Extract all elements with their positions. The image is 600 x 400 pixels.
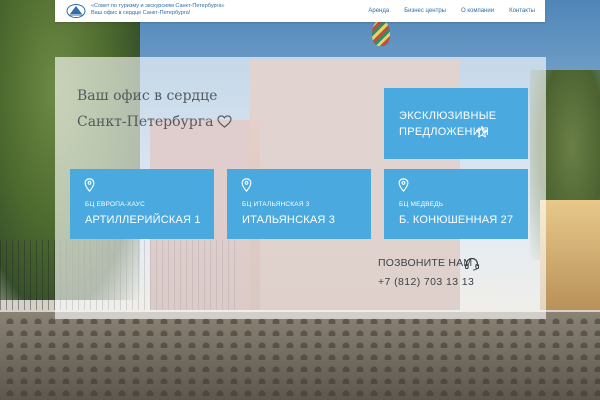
building-right (540, 200, 600, 310)
map-pin-icon (241, 178, 252, 192)
main-nav: Аренда Бизнес центры О компании Контакты (353, 0, 535, 22)
hero-line-2-text: Санкт-Петербурга (77, 114, 214, 130)
map-pin-icon (398, 178, 409, 192)
logo-tagline: «Совет по туризму и экскурсиям Санкт-Пет… (91, 3, 225, 9)
office-address: Б. КОНЮШЕННАЯ 27 (399, 214, 514, 226)
office-tile-europa-house[interactable]: БЦ ЕВРОПА-ХАУС АРТИЛЛЕРИЙСКАЯ 1 (70, 169, 214, 239)
cathedral-dome (372, 20, 390, 46)
office-tile-italyanskaya[interactable]: БЦ ИТАЛЬЯНСКАЯ 3 ИТАЛЬЯНСКАЯ 3 (227, 169, 371, 239)
hero-line-2: Санкт-Петербурга (77, 109, 233, 135)
office-name: БЦ МЕДВЕДЬ (399, 201, 444, 208)
logo-text[interactable]: «Совет по туризму и экскурсиям Санкт-Пет… (91, 3, 225, 17)
call-us-title: ПОЗВОНИТЕ НАМ (378, 257, 473, 269)
logo-icon[interactable] (66, 3, 86, 19)
nav-item-rent[interactable]: Аренда (368, 8, 389, 14)
heart-icon (217, 115, 233, 128)
exclusive-line-1: ЭКСКЛЮЗИВНЫЕ (399, 110, 497, 122)
nav-item-contacts[interactable]: Контакты (509, 8, 535, 14)
exclusive-offers-title: ЭКСКЛЮЗИВНЫЕ ПРЕДЛОЖЕНИЯ (399, 108, 509, 140)
hero-line-1: Ваш офис в сердце (77, 88, 218, 104)
exclusive-offers-tile[interactable]: ЭКСКЛЮЗИВНЫЕ ПРЕДЛОЖЕНИЯ (384, 88, 528, 159)
cobblestone-ground (0, 312, 600, 400)
nav-item-business-centers[interactable]: Бизнес центры (404, 8, 446, 14)
nav-item-about[interactable]: О компании (461, 8, 494, 14)
office-name: БЦ ИТАЛЬЯНСКАЯ 3 (242, 201, 310, 208)
office-tile-medved[interactable]: БЦ МЕДВЕДЬ Б. КОНЮШЕННАЯ 27 (384, 169, 528, 239)
hero-panel: Ваш офис в сердце Санкт-Петербурга ЭКСКЛ… (55, 57, 546, 319)
office-address: ИТАЛЬЯНСКАЯ 3 (242, 214, 336, 226)
call-us-block: ПОЗВОНИТЕ НАМ +7 (812) 703 13 13 (378, 257, 480, 288)
office-address: АРТИЛЛЕРИЙСКАЯ 1 (85, 214, 201, 226)
star-icon (475, 125, 489, 138)
top-bar: «Совет по туризму и экскурсиям Санкт-Пет… (55, 0, 545, 22)
phone-number[interactable]: +7 (812) 703 13 13 (378, 276, 474, 288)
map-pin-icon (84, 178, 95, 192)
headset-icon (464, 257, 480, 271)
logo-subtitle: Ваш офис в сердце Санкт-Петербурга! (91, 10, 191, 16)
exclusive-line-2: ПРЕДЛОЖЕНИЯ (399, 126, 490, 138)
hero-headline: Ваш офис в сердце Санкт-Петербурга (77, 83, 233, 135)
office-name: БЦ ЕВРОПА-ХАУС (85, 201, 145, 208)
